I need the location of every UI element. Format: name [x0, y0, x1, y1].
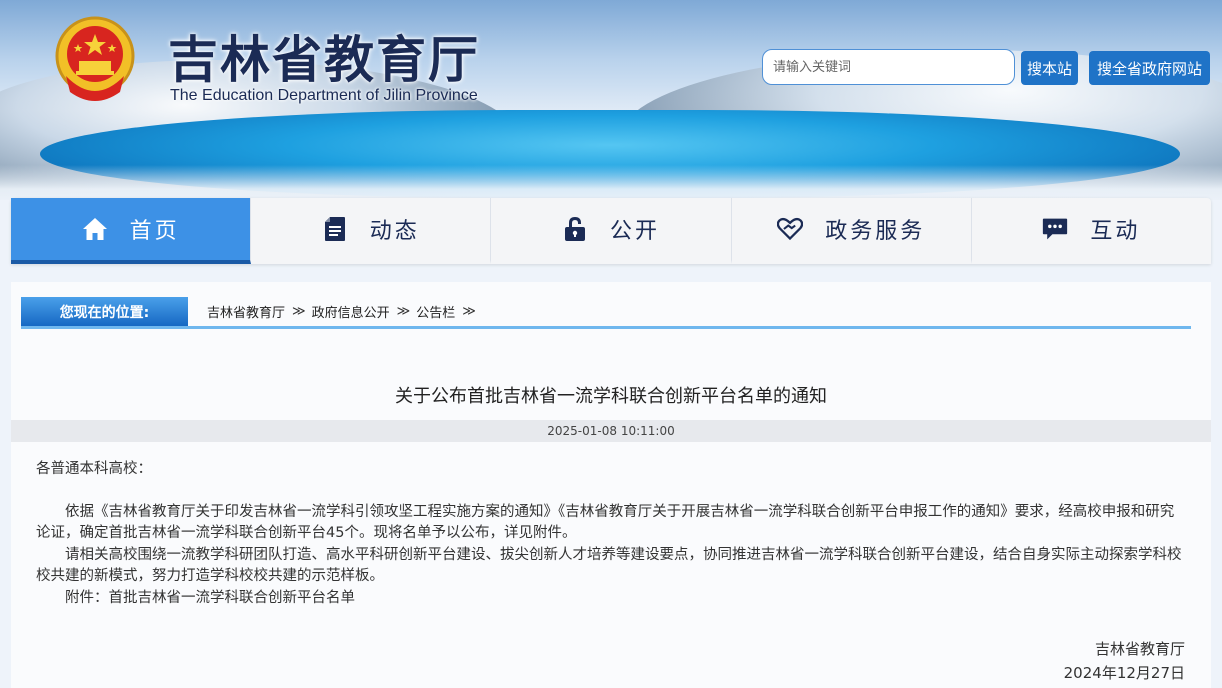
breadcrumb-separator: ≫	[292, 304, 306, 319]
breadcrumb-label: 您现在的位置:	[21, 297, 188, 326]
article-salutation: 各普通本科高校：	[36, 461, 152, 477]
breadcrumb-link-notice[interactable]: 公告栏	[416, 302, 455, 321]
nav-item-news[interactable]: 动态	[251, 198, 492, 264]
search-site-button[interactable]: 搜本站	[1021, 51, 1078, 85]
search-input[interactable]	[762, 49, 1015, 85]
signature-date: 2024年12月27日	[1063, 664, 1185, 682]
article-paragraph: 请相关高校围绕一流教学科研团队打造、高水平科研创新平台建设、拔尖创新人才培养等建…	[36, 546, 1182, 585]
home-icon	[82, 216, 108, 242]
breadcrumb-link-home[interactable]: 吉林省教育厅	[207, 302, 285, 321]
nav-item-services[interactable]: 政务服务	[732, 198, 972, 264]
search-gov-button[interactable]: 搜全省政府网站	[1089, 51, 1210, 85]
article-date: 2025-01-08 10:11:00	[11, 420, 1211, 442]
article-body: 各普通本科高校： 依据《吉林省教育厅关于印发吉林省一流学科引领攻坚工程实施方案的…	[36, 459, 1186, 609]
chat-icon	[1042, 216, 1068, 242]
nav-item-interaction[interactable]: 互动	[972, 198, 1211, 264]
banner-fade	[0, 165, 1222, 200]
signature-org: 吉林省教育厅	[1094, 640, 1185, 658]
attachment-link[interactable]: 附件：首批吉林省一流学科联合创新平台名单	[36, 588, 1186, 610]
nav-item-open[interactable]: 公开	[491, 198, 732, 264]
breadcrumb: 您现在的位置: 吉林省教育厅 ≫ 政府信息公开 ≫ 公告栏 ≫	[21, 297, 1191, 329]
nav-item-label: 政务服务	[825, 219, 926, 244]
breadcrumb-link-info[interactable]: 政府信息公开	[312, 302, 390, 321]
heart-hand-icon	[777, 216, 804, 242]
national-emblem-icon	[52, 14, 138, 106]
main-nav: 首页 动态 公开 政务服务 互动	[11, 198, 1211, 264]
content-panel: 您现在的位置: 吉林省教育厅 ≫ 政府信息公开 ≫ 公告栏 ≫ 关于公布首批吉林…	[11, 282, 1211, 688]
breadcrumb-links: 吉林省教育厅 ≫ 政府信息公开 ≫ 公告栏 ≫	[207, 297, 482, 326]
breadcrumb-separator: ≫	[462, 304, 476, 319]
site-subtitle: The Education Department of Jilin Provin…	[170, 87, 478, 104]
nav-item-label: 公开	[610, 219, 661, 244]
article-paragraph: 依据《吉林省教育厅关于印发吉林省一流学科引领攻坚工程实施方案的通知》《吉林省教育…	[36, 503, 1175, 542]
lock-icon	[562, 216, 588, 242]
document-icon	[322, 216, 348, 242]
nav-item-home[interactable]: 首页	[11, 198, 252, 264]
article-signature: 吉林省教育厅 2024年12月27日	[1064, 637, 1185, 685]
article-title: 关于公布首批吉林省一流学科联合创新平台名单的通知	[395, 386, 827, 407]
nav-item-label: 动态	[369, 219, 420, 244]
breadcrumb-separator: ≫	[396, 304, 411, 319]
nav-item-label: 互动	[1090, 219, 1141, 244]
nav-item-label: 首页	[129, 219, 180, 244]
site-title: 吉林省教育厅	[168, 31, 480, 89]
